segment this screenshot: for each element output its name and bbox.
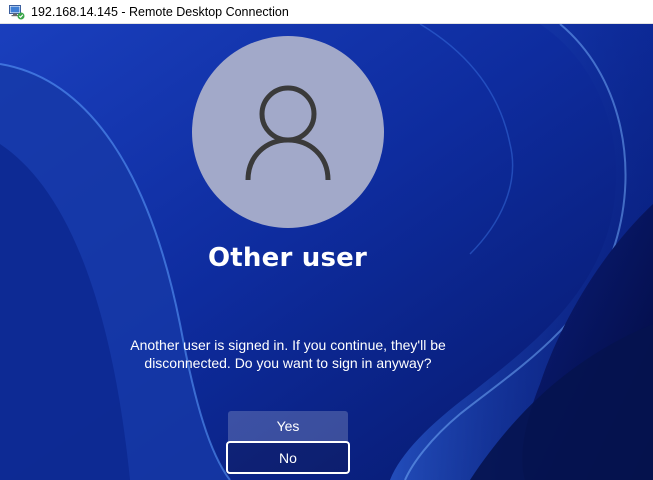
- title-bar[interactable]: 192.168.14.145 - Remote Desktop Connecti…: [0, 0, 653, 24]
- lock-screen: Other user Another user is signed in. If…: [0, 24, 653, 480]
- no-button[interactable]: No: [226, 441, 350, 474]
- avatar: [192, 36, 384, 228]
- user-icon: [236, 78, 340, 186]
- sign-in-warning-message: Another user is signed in. If you contin…: [130, 337, 446, 371]
- remote-desktop-icon: [9, 4, 25, 20]
- window-title: 192.168.14.145 - Remote Desktop Connecti…: [31, 4, 289, 19]
- user-name: Other user: [208, 243, 367, 273]
- remote-desktop-window: 192.168.14.145 - Remote Desktop Connecti…: [0, 0, 653, 480]
- yes-button[interactable]: Yes: [228, 411, 348, 441]
